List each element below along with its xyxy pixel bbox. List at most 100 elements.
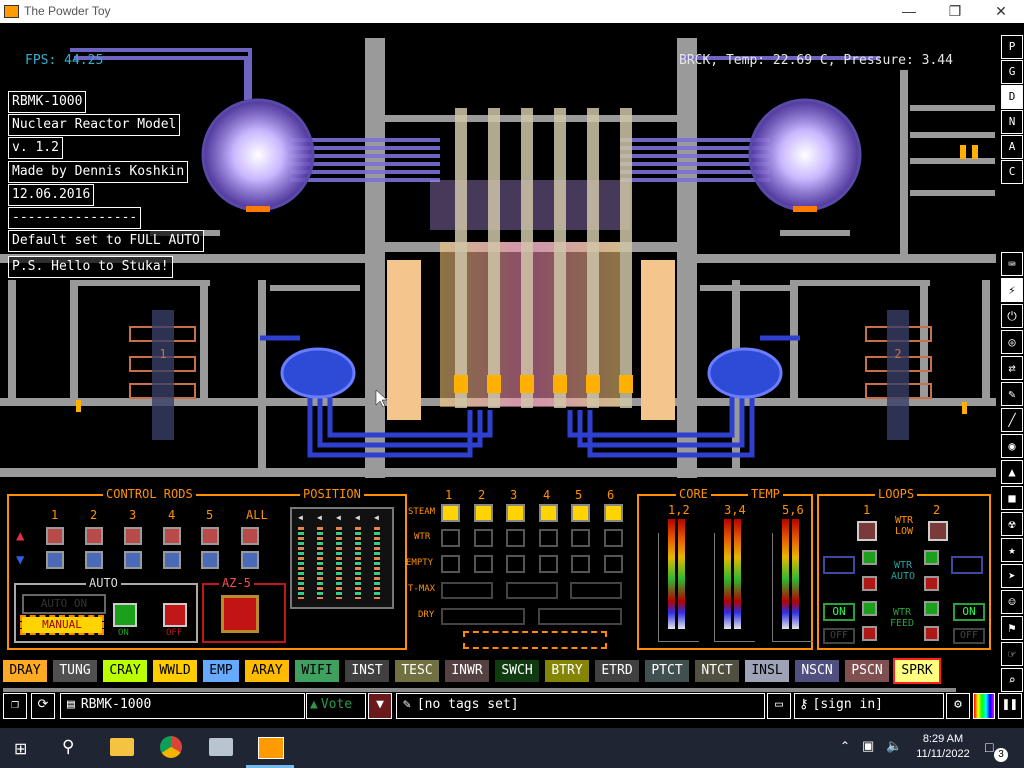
rod-1-up-button[interactable]	[46, 527, 64, 545]
search-icon[interactable]: ⚲	[62, 737, 74, 757]
element-sprk-button[interactable]: SPRK	[893, 658, 941, 684]
tool-c-button[interactable]: C	[1001, 160, 1023, 184]
arrows-icon[interactable]: ⇄	[1001, 356, 1023, 380]
vote-up-button[interactable]: ▲ Vote	[306, 693, 366, 719]
loop-switch[interactable]	[924, 626, 939, 641]
element-wwld-button[interactable]: WWLD	[153, 660, 197, 682]
element-ptct-button[interactable]: PTCT	[645, 660, 689, 682]
save-name-box[interactable]: ▤ RBMK-1000	[60, 693, 305, 719]
element-dray-button[interactable]: DRAY	[3, 660, 47, 682]
notifications-icon[interactable]: □	[985, 739, 993, 755]
square-icon[interactable]: ■	[1001, 486, 1023, 510]
loop-switch[interactable]	[924, 601, 939, 616]
render-mode-button[interactable]	[973, 693, 995, 719]
toolbar-scrollbar[interactable]	[3, 688, 956, 692]
element-insl-button[interactable]: INSL	[745, 660, 789, 682]
rod-3-up-button[interactable]	[124, 527, 142, 545]
keyboard-icon[interactable]: ⌨	[1001, 252, 1023, 276]
element-tesc-button[interactable]: TESC	[395, 660, 439, 682]
loop-2-on-button[interactable]: ON	[953, 603, 985, 621]
tool-n-button[interactable]: N	[1001, 110, 1023, 134]
element-inst-button[interactable]: INST	[345, 660, 389, 682]
clock[interactable]: 8:29 AM 11/11/2022	[909, 732, 977, 762]
tool-d-button[interactable]: D	[1001, 85, 1023, 109]
open-save-button[interactable]: ❐	[3, 693, 27, 719]
person-icon[interactable]: ☺	[1001, 590, 1023, 614]
loop-2-off-button[interactable]: OFF	[953, 628, 985, 644]
chevron-up-icon[interactable]: ⌃	[840, 739, 850, 753]
element-ntct-button[interactable]: NTCT	[695, 660, 739, 682]
maximize-button[interactable]: ❐	[932, 0, 978, 23]
pause-button[interactable]: ❚❚	[998, 693, 1022, 719]
auto-on-button[interactable]: AUTO ON	[22, 594, 106, 614]
element-pscn-button[interactable]: PSCN	[845, 660, 889, 682]
rod-2-up-button[interactable]	[85, 527, 103, 545]
loop-switch[interactable]	[862, 550, 877, 565]
loop-1-on-button[interactable]: ON	[823, 603, 855, 621]
close-button[interactable]: ✕	[978, 0, 1024, 23]
rod-4-up-button[interactable]	[163, 527, 181, 545]
rod-6-up-button[interactable]	[241, 527, 259, 545]
file-explorer-icon[interactable]	[110, 738, 134, 756]
rod-5-up-button[interactable]	[201, 527, 219, 545]
tool-p-button[interactable]: P	[1001, 35, 1023, 59]
lock-icon[interactable]: ◎	[1001, 330, 1023, 354]
rod-6-down-button[interactable]	[241, 551, 259, 569]
triangle-icon[interactable]: ▲	[1001, 460, 1023, 484]
plug-icon[interactable]: ⚡	[1001, 278, 1023, 302]
minimize-button[interactable]: —	[886, 0, 932, 23]
element-btry-button[interactable]: BTRY	[545, 660, 589, 682]
pointer-icon[interactable]: ☞	[1001, 642, 1023, 666]
settings-button[interactable]: ⚙	[946, 693, 970, 719]
rod-5-down-button[interactable]	[201, 551, 219, 569]
drop-icon[interactable]: ◉	[1001, 434, 1023, 458]
auto-disable-switch[interactable]	[163, 603, 187, 627]
rod-2-down-button[interactable]	[85, 551, 103, 569]
loop-switch[interactable]	[862, 601, 877, 616]
gauge-bar	[317, 527, 323, 599]
element-etrd-button[interactable]: ETRD	[595, 660, 639, 682]
auto-enable-switch[interactable]	[113, 603, 137, 627]
chrome-icon[interactable]	[160, 736, 182, 758]
start-button[interactable]: ⊞	[14, 739, 27, 759]
element-wifi-button[interactable]: WIFI	[295, 660, 339, 682]
rod-1-down-button[interactable]	[46, 551, 64, 569]
notification-count-badge: 3	[994, 748, 1008, 762]
manual-button[interactable]: MANUAL	[20, 615, 104, 635]
element-cray-button[interactable]: CRAY	[103, 660, 147, 682]
vote-down-button[interactable]: ▼	[368, 693, 392, 719]
element-aray-button[interactable]: ARAY	[245, 660, 289, 682]
rod-3-down-button[interactable]	[124, 551, 142, 569]
control-panel-icon[interactable]	[209, 738, 233, 756]
reload-button[interactable]: ⟳	[31, 693, 55, 719]
element-inwr-button[interactable]: INWR	[445, 660, 489, 682]
loop-switch[interactable]	[862, 626, 877, 641]
loop-1-off-button[interactable]: OFF	[823, 628, 855, 644]
power-icon[interactable]: ⏻	[1001, 304, 1023, 328]
tags-box[interactable]: ✎ [no tags set]	[396, 693, 765, 719]
powder-toy-taskbar-icon[interactable]	[258, 737, 284, 759]
loop-switch[interactable]	[924, 576, 939, 591]
loop-switch[interactable]	[924, 550, 939, 565]
element-nscn-button[interactable]: NSCN	[795, 660, 839, 682]
element-emp-button[interactable]: EMP	[203, 660, 239, 682]
radiation-icon[interactable]: ☢	[1001, 512, 1023, 536]
bookmark-icon[interactable]: ⚑	[1001, 616, 1023, 640]
az5-scram-button[interactable]	[221, 595, 259, 633]
volume-icon[interactable]: 🔈	[886, 738, 902, 754]
network-icon[interactable]: ▣	[862, 738, 874, 754]
star-icon[interactable]: ★	[1001, 538, 1023, 562]
tool-a-button[interactable]: A	[1001, 135, 1023, 159]
element-tung-button[interactable]: TUNG	[53, 660, 97, 682]
loop-switch[interactable]	[862, 576, 877, 591]
pen-icon[interactable]: ╱	[1001, 408, 1023, 432]
sign-in-button[interactable]: ⚷ [sign in]	[794, 693, 944, 719]
magnifier-icon[interactable]: ⌕	[1001, 668, 1023, 692]
tool-g-button[interactable]: G	[1001, 60, 1023, 84]
brush-icon[interactable]: ✎	[1001, 382, 1023, 406]
report-button[interactable]: ▭	[767, 693, 791, 719]
element-swch-button[interactable]: SWCH	[495, 660, 539, 682]
cursor-icon[interactable]: ➤	[1001, 564, 1023, 588]
rod-4-down-button[interactable]	[163, 551, 181, 569]
loop-2-water-low-light	[928, 521, 948, 541]
